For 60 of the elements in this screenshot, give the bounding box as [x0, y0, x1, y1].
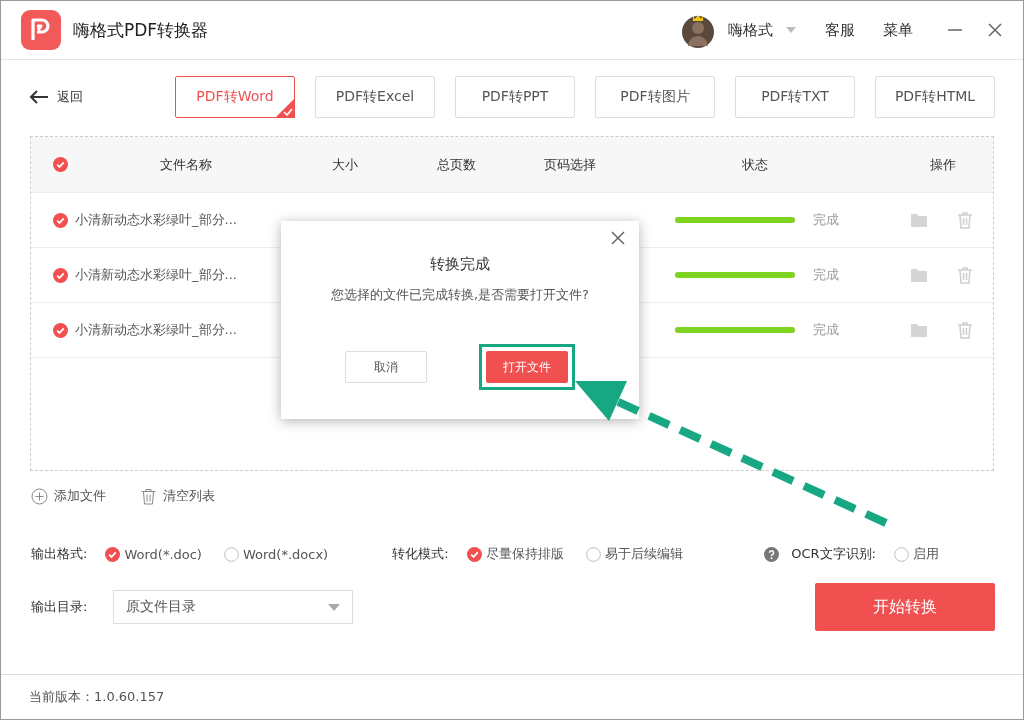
plus-circle-icon[interactable] [31, 487, 48, 505]
option-label: 转化模式: [392, 545, 449, 563]
conversion-tab[interactable]: PDF转TXT [735, 76, 855, 118]
radio-icon[interactable] [223, 546, 239, 562]
checked-icon[interactable] [53, 267, 68, 283]
output-dir-select[interactable]: 原文件目录 [113, 590, 353, 624]
help-icon[interactable] [764, 546, 780, 562]
dropdown-caret-icon[interactable] [328, 603, 340, 611]
conversion-tab[interactable]: PDF转Word [175, 76, 295, 118]
checked-icon[interactable] [53, 157, 68, 172]
checked-icon[interactable] [53, 212, 68, 228]
close-icon[interactable] [987, 22, 1003, 38]
dialog-message: 您选择的文件已完成转换,是否需要打开文件? [330, 286, 589, 304]
conversion-tab[interactable]: PDF转HTML [875, 76, 995, 118]
option-label: 输出格式: [31, 545, 88, 563]
app-logo [21, 10, 61, 50]
menu-link[interactable]: 菜单 [883, 20, 913, 40]
option-text[interactable]: 启用 [913, 545, 939, 563]
trash-icon[interactable] [140, 487, 157, 505]
file-name: 小清新动态水彩绿叶_部分... [74, 211, 238, 229]
column-header: 操作 [929, 155, 957, 174]
option-text[interactable]: 尽量保持排版 [485, 545, 564, 563]
column-header: 文件名称 [159, 155, 213, 174]
radio-icon[interactable] [894, 546, 909, 562]
option-text[interactable]: Word(*.docx) [242, 546, 329, 562]
version-text: 当前版本：1.0.60.157 [29, 688, 165, 706]
start-button[interactable]: 开始转换 [815, 583, 995, 631]
column-header: 总页数 [435, 155, 477, 174]
option-label: OCR文字识别: [791, 545, 876, 563]
caret-icon[interactable] [785, 26, 797, 34]
checked-icon[interactable] [466, 546, 482, 562]
back-arrow-icon[interactable] [29, 89, 49, 105]
file-name: 小清新动态水彩绿叶_部分... [74, 321, 238, 339]
service-link[interactable]: 客服 [825, 20, 855, 40]
clear-list-button[interactable]: 清空列表 [140, 487, 215, 505]
radio-icon[interactable] [585, 546, 601, 562]
back-button[interactable]: 返回 [29, 88, 175, 106]
output-dir-label: 输出目录: [31, 598, 89, 616]
file-name: 小清新动态水彩绿叶_部分... [74, 266, 238, 284]
dialog-title: 转换完成 [430, 255, 490, 274]
option-text[interactable]: Word(*.doc) [124, 546, 202, 562]
conversion-tab[interactable]: PDF转图片 [595, 76, 715, 118]
checked-icon[interactable] [53, 322, 68, 338]
app-title: 嗨格式PDF转换器 [73, 18, 210, 42]
column-header: 状态 [741, 155, 769, 174]
conversion-tab[interactable]: PDF转PPT [455, 76, 575, 118]
cancel-button[interactable]: 取消 [345, 351, 427, 383]
open-file-button[interactable]: 打开文件 [486, 351, 568, 383]
close-icon[interactable] [611, 231, 625, 245]
column-header: 页码选择 [543, 155, 597, 174]
status-text: 完成 [813, 211, 839, 229]
conversion-tab[interactable]: PDF转Excel [315, 76, 435, 118]
option-text[interactable]: 易于后续编辑 [604, 545, 683, 563]
status-text: 完成 [813, 266, 839, 284]
user-name[interactable]: 嗨格式 [728, 20, 773, 40]
column-header: 大小 [331, 155, 359, 174]
add-file-button[interactable]: 添加文件 [31, 487, 106, 505]
checked-icon[interactable] [105, 546, 121, 562]
selected-corner-icon [275, 98, 295, 118]
status-text: 完成 [813, 321, 839, 339]
